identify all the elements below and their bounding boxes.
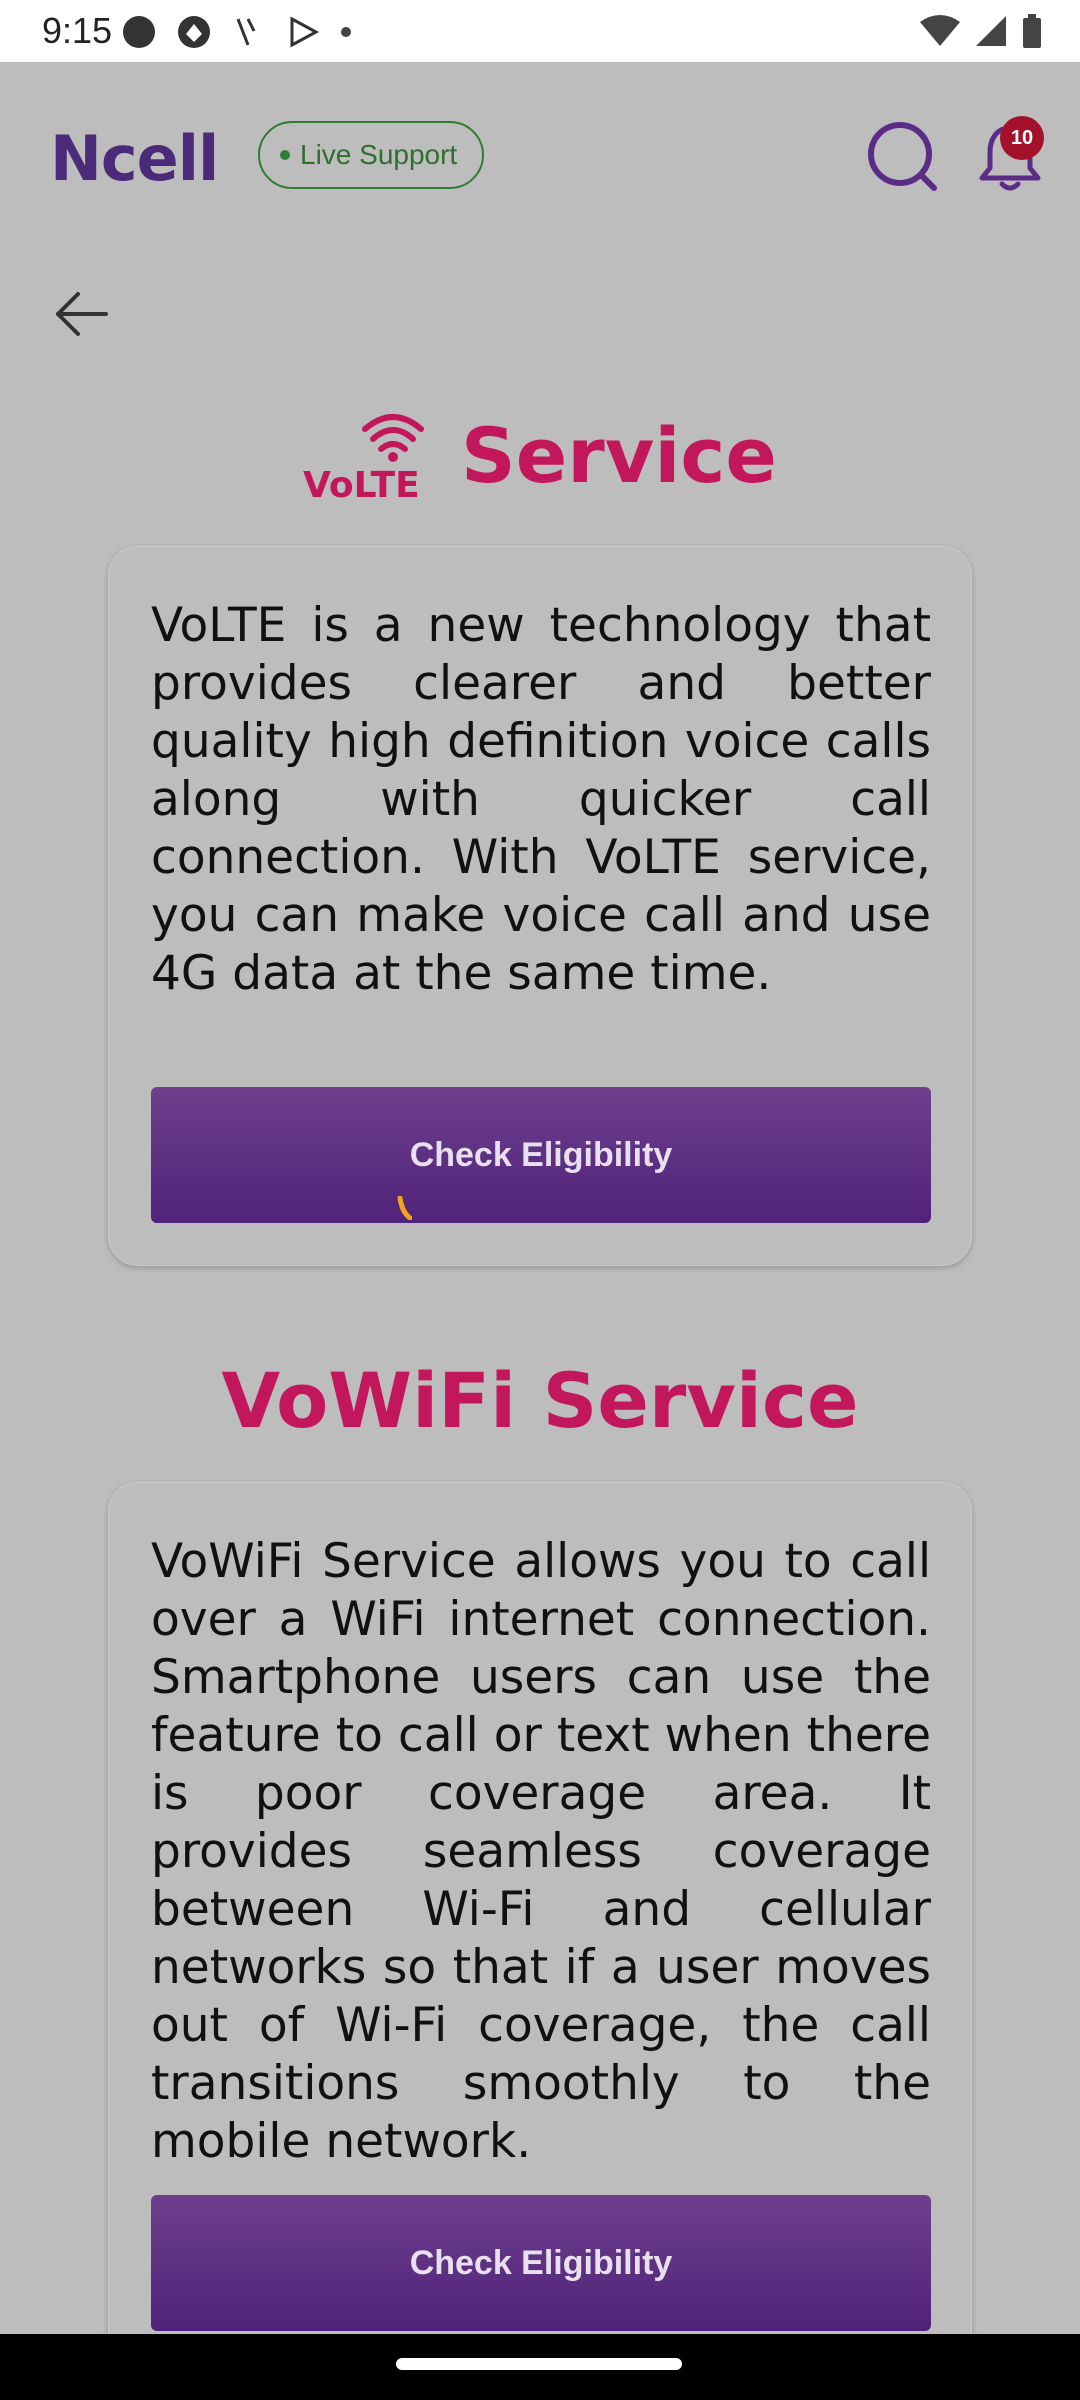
- volte-card: VoLTE is a new technology that provides …: [108, 546, 972, 1266]
- arrow-left-icon: [56, 292, 108, 336]
- status-left-icons: [122, 14, 352, 50]
- search-icon: [868, 122, 937, 191]
- vowifi-description: VoWiFi Service allows you to call over a…: [151, 1534, 931, 2169]
- vowifi-check-eligibility-button[interactable]: Check Eligibility: [151, 2195, 931, 2331]
- live-status-dot: [280, 150, 290, 160]
- browser-icon: [178, 16, 210, 48]
- home-gesture-handle[interactable]: [396, 2358, 682, 2370]
- volte-section-title: VoLTE Service: [0, 400, 1080, 510]
- vowifi-section-title: VoWiFi Service: [221, 1356, 859, 1445]
- app-icon: [236, 18, 256, 46]
- back-button[interactable]: [50, 284, 120, 344]
- notification-count-badge: 10: [1000, 116, 1044, 160]
- status-time: 9:15: [42, 10, 113, 51]
- volte-title-text: Service: [461, 410, 777, 500]
- record-icon: [123, 16, 155, 48]
- wifi-icon: [920, 15, 960, 46]
- volte-description: VoLTE is a new technology that provides …: [151, 598, 931, 1001]
- live-support-button[interactable]: Live Support: [258, 121, 484, 189]
- dot-icon: [341, 27, 351, 37]
- status-bar: 9:15: [0, 0, 1080, 62]
- search-button[interactable]: [864, 118, 944, 198]
- status-right-icons: [920, 14, 1042, 48]
- play-store-icon: [290, 16, 320, 48]
- volte-wifi-logo-icon: VoLTE: [303, 414, 425, 505]
- battery-icon: [1023, 14, 1041, 48]
- loading-spinner-icon: [397, 1196, 412, 1220]
- volte-check-eligibility-button[interactable]: Check Eligibility: [151, 1087, 931, 1223]
- live-support-label: Live Support: [300, 139, 458, 170]
- volte-logo-text: VoLTE: [303, 465, 420, 505]
- ncell-logo: Ncell: [50, 122, 219, 195]
- signal-icon: [976, 16, 1006, 46]
- vowifi-card: VoWiFi Service allows you to call over a…: [108, 1482, 972, 2382]
